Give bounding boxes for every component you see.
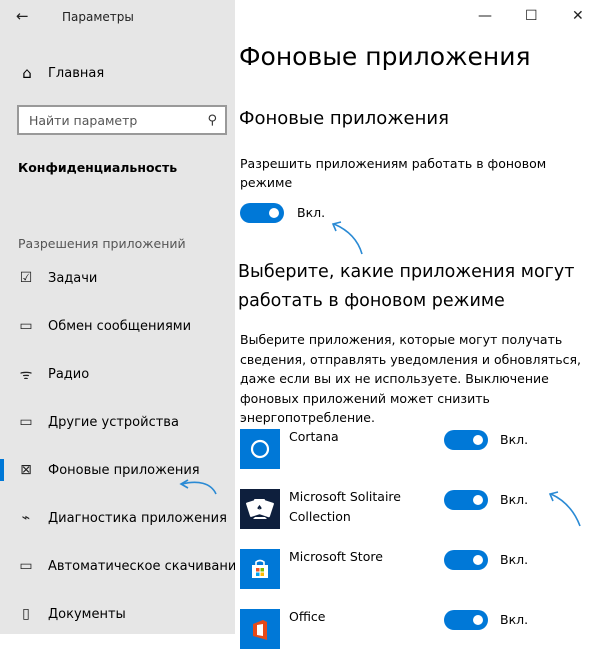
- devices-icon: ▭: [19, 414, 33, 430]
- toggle-state-label: Вкл.: [500, 612, 529, 627]
- home-label: Главная: [48, 65, 105, 81]
- maximize-icon[interactable]: ☐: [525, 8, 538, 24]
- toggle-state-label: Вкл.: [297, 205, 326, 220]
- sidebar-item-label: Фоновые приложения: [48, 462, 200, 478]
- group-title: Разрешения приложений: [18, 236, 186, 251]
- search-input[interactable]: [27, 111, 191, 129]
- choose-apps-description: Выберите приложения, которые могут получ…: [240, 332, 582, 425]
- background-apps-icon: ⊠: [20, 462, 32, 478]
- cards-icon: ♠: [240, 489, 280, 529]
- cortana-icon: [240, 429, 280, 469]
- search-icon[interactable]: ⚲: [207, 113, 217, 128]
- sidebar-item-other-devices[interactable]: ▭ Другие устройства: [0, 407, 235, 437]
- close-icon[interactable]: ✕: [572, 8, 584, 24]
- home-icon: ⌂: [22, 64, 32, 82]
- sidebar-item-label: Обмен сообщениями: [48, 318, 192, 334]
- toggle-state-label: Вкл.: [500, 492, 529, 507]
- sidebar-item-auto-download[interactable]: ▭ Автоматическое скачивание: [0, 551, 244, 581]
- app-name: Cortana: [289, 429, 339, 444]
- minimize-icon[interactable]: —: [478, 8, 492, 24]
- choose-apps-heading: Выберите, какие приложения могут работат…: [238, 262, 575, 311]
- sidebar-item-app-diagnostics[interactable]: ⌁ Диагностика приложения: [0, 503, 235, 533]
- store-toggle[interactable]: [444, 550, 488, 570]
- app-name: Microsoft Store: [289, 549, 383, 564]
- annotation-arrow-icon: [548, 491, 581, 527]
- sidebar-item-label: Диагностика приложения: [48, 510, 227, 526]
- toggle-state-label: Вкл.: [500, 552, 529, 567]
- diagnostics-icon: ⌁: [21, 510, 31, 526]
- sidebar-item-radio[interactable]: ᯤ Радио: [0, 359, 235, 389]
- toggle-knob: [473, 495, 483, 505]
- sidebar-item-label: Другие устройства: [48, 414, 179, 430]
- sidebar-item-label: Задачи: [48, 270, 98, 286]
- office-toggle[interactable]: [444, 610, 488, 630]
- app-name: Microsoft Solitaire Collection: [289, 489, 401, 524]
- sidebar-item-label: Радио: [48, 366, 90, 382]
- toggle-knob: [473, 435, 483, 445]
- download-icon: ▭: [19, 558, 33, 574]
- search-box[interactable]: ⚲: [17, 105, 227, 135]
- section-title: Конфиденциальность: [18, 160, 178, 175]
- messaging-icon: ▭: [19, 318, 33, 334]
- sidebar-item-label: Автоматическое скачивание: [48, 558, 245, 574]
- back-arrow-icon[interactable]: ←: [16, 7, 29, 25]
- app-name: Office: [289, 609, 326, 624]
- nav-home[interactable]: ⌂ Главная: [18, 64, 104, 82]
- sidebar-item-tasks[interactable]: ☑ Задачи: [0, 263, 235, 293]
- toggle-state-label: Вкл.: [500, 432, 529, 447]
- sidebar-item-documents[interactable]: ▯ Документы: [0, 599, 235, 629]
- office-icon: [240, 609, 280, 649]
- toggle-knob: [473, 615, 483, 625]
- sidebar: ← Параметры ⌂ Главная ⚲ Конфиденциальнос…: [0, 0, 244, 634]
- sidebar-item-label: Документы: [48, 606, 126, 622]
- cortana-toggle[interactable]: [444, 430, 488, 450]
- solitaire-toggle[interactable]: [444, 490, 488, 510]
- sidebar-item-messaging[interactable]: ▭ Обмен сообщениями: [0, 311, 235, 341]
- annotation-arrow-icon: [331, 221, 363, 255]
- active-indicator: [0, 459, 4, 481]
- toggle-knob: [473, 555, 483, 565]
- toggle-knob: [269, 208, 279, 218]
- main-panel: — ☐ ✕ Фоновые приложения Фоновые приложе…: [235, 0, 603, 649]
- tasks-icon: ☑: [19, 270, 33, 286]
- window-title: Параметры: [62, 10, 134, 24]
- section-heading: Фоновые приложения: [239, 108, 449, 129]
- store-bag-icon: [240, 549, 280, 589]
- allow-description: Разрешить приложениям работать в фоновом…: [240, 156, 547, 190]
- svg-text:♠: ♠: [256, 504, 262, 512]
- document-icon: ▯: [22, 606, 30, 622]
- background-apps-toggle[interactable]: [240, 203, 284, 223]
- page-title: Фоновые приложения: [239, 42, 531, 71]
- radio-icon: ᯤ: [19, 366, 33, 383]
- sidebar-item-background-apps[interactable]: ⊠ Фоновые приложения: [0, 455, 235, 485]
